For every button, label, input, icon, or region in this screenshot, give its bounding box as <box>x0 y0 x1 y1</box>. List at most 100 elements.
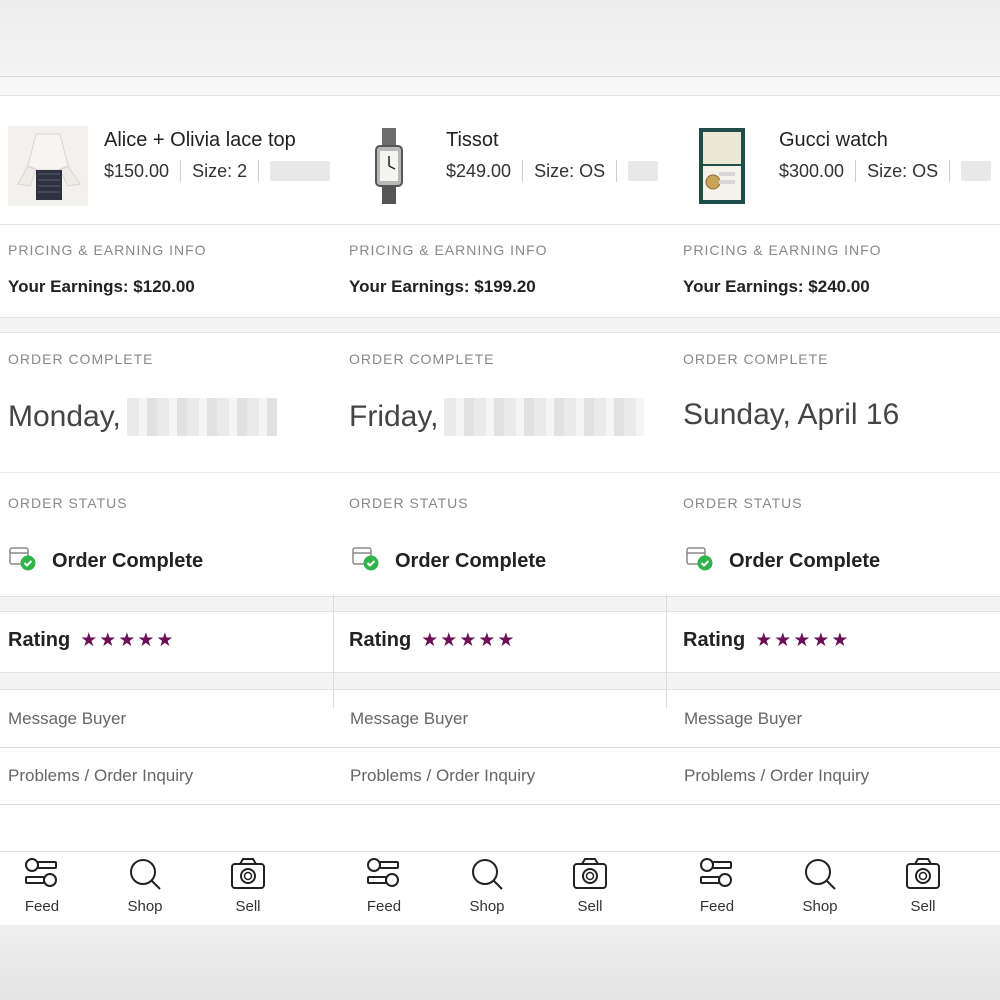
rating-label: Rating <box>8 629 71 651</box>
product-image <box>681 126 761 206</box>
product-price: $249.00 <box>446 160 512 181</box>
product-meta: $150.00 Size: 2 <box>104 160 331 182</box>
nav-shop[interactable]: Shop <box>452 856 522 915</box>
section-divider <box>667 596 1000 612</box>
earnings: Your Earnings: $120.00 <box>8 277 195 296</box>
product-name: Tissot <box>446 129 499 151</box>
nav-feed-label: Feed <box>24 898 60 915</box>
star-icon: ★ <box>80 630 98 651</box>
section-divider <box>667 672 1000 690</box>
nav-shop-label: Shop <box>802 898 838 915</box>
nav-feed-label: Feed <box>699 898 735 915</box>
product-summary[interactable]: Alice + Olivia lace top $150.00 Size: 2 <box>0 96 334 225</box>
star-icon: ★ <box>421 630 439 651</box>
rating-label: Rating <box>349 629 412 651</box>
meta-separator <box>522 160 524 182</box>
bottom-nav: Feed Shop Sell <box>667 851 1000 927</box>
thin-divider <box>0 747 334 748</box>
section-divider <box>334 672 667 690</box>
star-icon: ★ <box>774 630 792 651</box>
star-icon: ★ <box>118 630 136 651</box>
order-date: Monday, <box>8 398 277 436</box>
thin-divider <box>334 804 667 805</box>
product-name: Gucci watch <box>779 129 888 151</box>
meta-separator <box>616 160 618 182</box>
pricing-header: PRICING & EARNING INFO <box>683 242 882 258</box>
section-divider <box>667 317 1000 333</box>
order-status: Order Complete <box>351 545 546 578</box>
product-size: Size: OS <box>534 160 606 181</box>
section-divider <box>334 596 667 612</box>
order-date-text: Friday, <box>349 400 439 433</box>
nav-shop-label: Shop <box>127 898 163 915</box>
star-icon: ★ <box>497 630 515 651</box>
thin-divider <box>667 747 1000 748</box>
redacted-date <box>126 398 277 436</box>
message-buyer-link[interactable]: Message Buyer <box>684 709 802 729</box>
search-icon <box>805 859 836 890</box>
thin-divider <box>667 804 1000 805</box>
order-date: Friday, <box>349 398 645 436</box>
star-icon: ★ <box>459 630 477 651</box>
meta-separator <box>258 160 260 182</box>
order-inquiry-link[interactable]: Problems / Order Inquiry <box>684 766 869 786</box>
column-separator <box>666 594 667 708</box>
nav-sell-label: Sell <box>910 898 936 915</box>
nav-sell[interactable]: Sell <box>555 856 625 915</box>
nav-feed[interactable]: Feed <box>7 856 77 915</box>
column-separator <box>333 594 334 708</box>
thin-divider <box>667 472 1000 473</box>
nav-sell[interactable]: Sell <box>213 856 283 915</box>
product-price: $300.00 <box>779 160 845 181</box>
order-card-1: Alice + Olivia lace top $150.00 Size: 2 … <box>0 96 334 927</box>
rating-row: Rating ★ ★ ★ ★ ★ <box>8 629 175 652</box>
product-meta: $300.00 Size: OS <box>779 160 992 182</box>
order-status-header: ORDER STATUS <box>8 495 128 511</box>
order-date-text: Monday, <box>8 400 121 433</box>
order-inquiry-link[interactable]: Problems / Order Inquiry <box>350 766 535 786</box>
rating-row: Rating ★ ★ ★ ★ ★ <box>683 629 850 652</box>
feed-icon <box>25 858 57 887</box>
bottom-nav: Feed Shop Sell <box>334 851 667 927</box>
star-icon: ★ <box>478 630 496 651</box>
order-complete-check-icon <box>685 545 715 578</box>
order-inquiry-link[interactable]: Problems / Order Inquiry <box>8 766 193 786</box>
nav-shop[interactable]: Shop <box>785 856 855 915</box>
order-complete-check-icon <box>351 545 381 578</box>
order-date: Sunday, April 16 <box>683 398 899 432</box>
star-icon: ★ <box>99 630 117 651</box>
message-buyer-link[interactable]: Message Buyer <box>350 709 468 729</box>
pricing-header: PRICING & EARNING INFO <box>349 242 548 258</box>
star-icon: ★ <box>812 630 830 651</box>
meta-separator <box>855 160 857 182</box>
redacted-info <box>628 161 659 181</box>
product-name: Alice + Olivia lace top <box>104 129 296 151</box>
nav-sell-label: Sell <box>577 898 603 915</box>
nav-feed-label: Feed <box>366 898 402 915</box>
app-top-bar <box>0 0 1000 77</box>
star-icon: ★ <box>831 630 849 651</box>
camera-icon <box>573 858 607 889</box>
order-status: Order Complete <box>8 545 203 578</box>
order-complete-header: ORDER COMPLETE <box>683 351 829 367</box>
nav-sell[interactable]: Sell <box>888 856 958 915</box>
thin-divider <box>0 804 334 805</box>
star-icon: ★ <box>156 630 174 651</box>
star-icon: ★ <box>793 630 811 651</box>
nav-feed[interactable]: Feed <box>682 856 752 915</box>
product-summary[interactable]: Tissot $249.00 Size: OS <box>334 96 667 225</box>
rating-label: Rating <box>683 629 746 651</box>
feed-icon <box>700 858 732 887</box>
section-divider <box>334 317 667 333</box>
star-icon: ★ <box>440 630 458 651</box>
section-divider <box>0 672 334 690</box>
search-icon <box>472 859 503 890</box>
earnings: Your Earnings: $240.00 <box>683 277 870 296</box>
feed-icon <box>367 858 399 887</box>
rating-row: Rating ★ ★ ★ ★ ★ <box>349 629 516 652</box>
nav-shop[interactable]: Shop <box>110 856 180 915</box>
nav-feed[interactable]: Feed <box>349 856 419 915</box>
status-text: Order Complete <box>52 550 204 572</box>
message-buyer-link[interactable]: Message Buyer <box>8 709 126 729</box>
product-summary[interactable]: Gucci watch $300.00 Size: OS <box>667 96 1000 225</box>
